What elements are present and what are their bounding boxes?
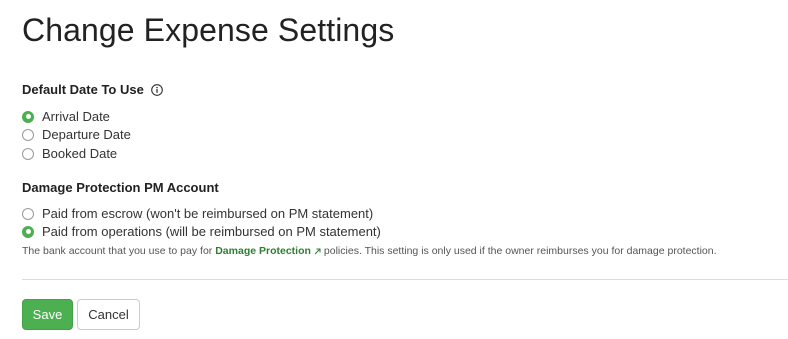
radio-label: Booked Date xyxy=(42,146,118,161)
radio-button-checked[interactable] xyxy=(22,110,34,123)
radio-button[interactable] xyxy=(22,207,34,220)
radio-button[interactable] xyxy=(22,147,34,160)
default-date-section-label: Default Date To Use xyxy=(22,82,163,97)
damage-protection-link[interactable]: Damage Protection xyxy=(215,245,324,257)
info-icon[interactable] xyxy=(150,83,163,96)
divider xyxy=(22,279,788,280)
help-text-suffix: policies. This setting is only used if t… xyxy=(323,245,717,257)
cancel-button[interactable]: Cancel xyxy=(77,299,140,330)
help-text: The bank account that you use to pay for… xyxy=(22,245,717,258)
radio-option-paid-from-operations[interactable]: Paid from operations (will be reimbursed… xyxy=(22,224,381,239)
damage-protection-link-label: Damage Protection xyxy=(215,245,311,257)
radio-label: Paid from escrow (won't be reimbursed on… xyxy=(42,206,374,221)
page-title: Change Expense Settings xyxy=(22,12,395,48)
radio-option-paid-from-escrow[interactable]: Paid from escrow (won't be reimbursed on… xyxy=(22,206,373,221)
radio-button[interactable] xyxy=(22,128,34,141)
radio-label: Paid from operations (will be reimbursed… xyxy=(42,224,381,239)
save-button[interactable]: Save xyxy=(22,299,73,330)
radio-label: Arrival Date xyxy=(42,109,110,124)
default-date-label: Default Date To Use xyxy=(22,82,144,97)
radio-button-checked[interactable] xyxy=(22,225,34,238)
external-link-icon xyxy=(314,246,321,258)
help-text-prefix: The bank account that you use to pay for xyxy=(22,245,213,257)
radio-label: Departure Date xyxy=(42,127,131,142)
damage-protection-label: Damage Protection PM Account xyxy=(22,180,219,195)
damage-protection-section-label: Damage Protection PM Account xyxy=(22,180,219,195)
radio-option-arrival-date[interactable]: Arrival Date xyxy=(22,109,110,124)
radio-option-booked-date[interactable]: Booked Date xyxy=(22,146,117,161)
radio-option-departure-date[interactable]: Departure Date xyxy=(22,127,131,142)
